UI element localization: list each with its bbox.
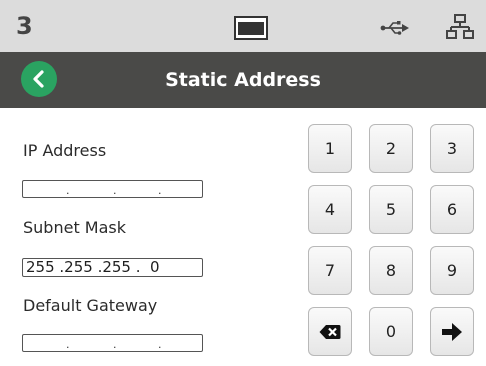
octet-separator: . bbox=[113, 338, 117, 351]
display-icon bbox=[234, 16, 268, 44]
ip-address-label: IP Address bbox=[23, 141, 107, 160]
key-6[interactable]: 6 bbox=[430, 185, 474, 234]
octet-separator: . bbox=[113, 184, 117, 197]
default-gateway-field[interactable]: . . . bbox=[22, 334, 203, 352]
page-title: Static Address bbox=[165, 69, 321, 91]
backspace-icon bbox=[319, 324, 341, 339]
arrow-right-icon bbox=[442, 322, 462, 341]
header-bar: Static Address bbox=[0, 52, 486, 108]
key-5[interactable]: 5 bbox=[369, 185, 413, 234]
status-count: 3 bbox=[16, 12, 33, 40]
backspace-button[interactable] bbox=[308, 307, 352, 356]
network-icon bbox=[446, 14, 474, 44]
enter-button[interactable] bbox=[430, 307, 474, 356]
ip-address-field[interactable]: . . . bbox=[22, 180, 203, 198]
status-bar: 3 bbox=[0, 0, 486, 52]
back-chevron-icon bbox=[33, 70, 44, 88]
key-2[interactable]: 2 bbox=[369, 124, 413, 173]
key-3[interactable]: 3 bbox=[430, 124, 474, 173]
subnet-mask-value: 255 .255 .255 . 0 bbox=[26, 258, 160, 276]
subnet-mask-label: Subnet Mask bbox=[23, 218, 127, 237]
key-1[interactable]: 1 bbox=[308, 124, 352, 173]
octet-separator: . bbox=[158, 338, 162, 351]
key-8[interactable]: 8 bbox=[369, 246, 413, 295]
key-4[interactable]: 4 bbox=[308, 185, 352, 234]
key-9[interactable]: 9 bbox=[430, 246, 474, 295]
usb-icon bbox=[380, 20, 410, 40]
default-gateway-label: Default Gateway bbox=[23, 296, 158, 315]
octet-separator: . bbox=[66, 338, 70, 351]
octet-separator: . bbox=[66, 184, 70, 197]
key-7[interactable]: 7 bbox=[308, 246, 352, 295]
key-0[interactable]: 0 bbox=[369, 307, 413, 356]
back-button[interactable] bbox=[21, 61, 57, 97]
octet-separator: . bbox=[158, 184, 162, 197]
subnet-mask-field[interactable]: 255 .255 .255 . 0 bbox=[22, 258, 203, 277]
